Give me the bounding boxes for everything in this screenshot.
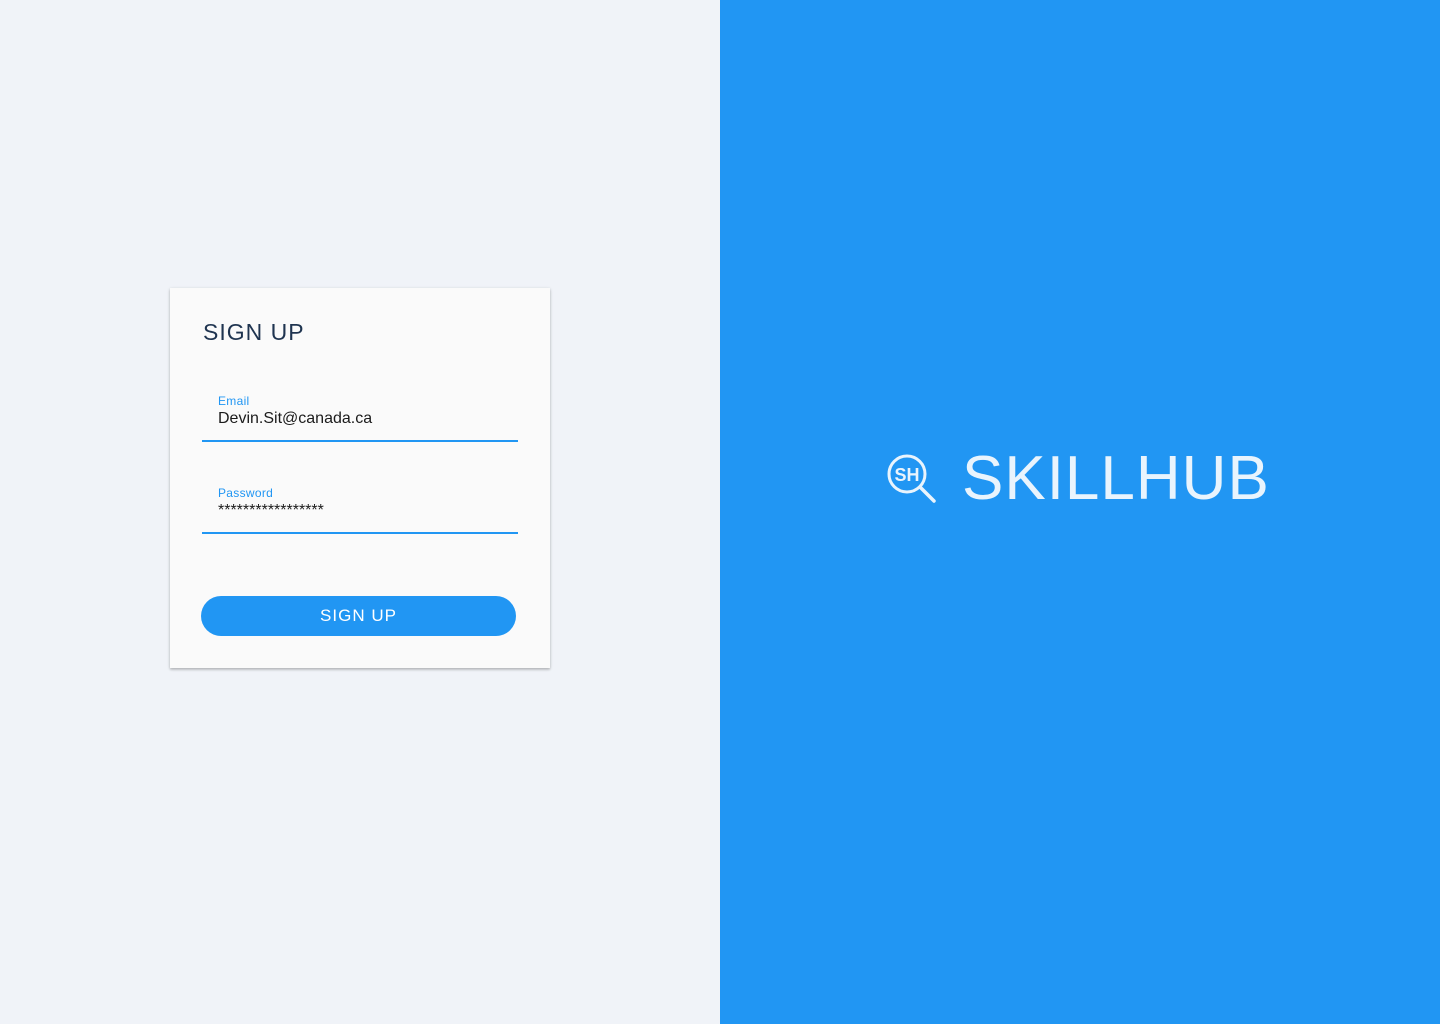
logo-letters: SH [894,465,919,485]
magnifier-logo-icon: SH [887,454,936,503]
email-input[interactable] [218,410,508,428]
left-pane: SIGN UP Email Password SIGN UP [0,0,720,1024]
signup-title: SIGN UP [203,319,305,345]
right-pane: SH SKILLHUB [720,0,1440,1024]
brand-lockup: SH SKILLHUB [886,444,1270,514]
signup-button[interactable]: SIGN UP [201,596,516,636]
password-input[interactable] [218,502,508,520]
email-label: Email [218,394,250,408]
password-field[interactable]: Password [202,476,518,534]
signup-card: SIGN UP Email Password SIGN UP [170,288,550,668]
brand-name: SKILLHUB [962,444,1270,513]
email-field[interactable]: Email [202,384,518,442]
password-label: Password [218,486,274,500]
signup-page: SIGN UP Email Password SIGN UP SH SKILLH… [0,0,1440,1024]
